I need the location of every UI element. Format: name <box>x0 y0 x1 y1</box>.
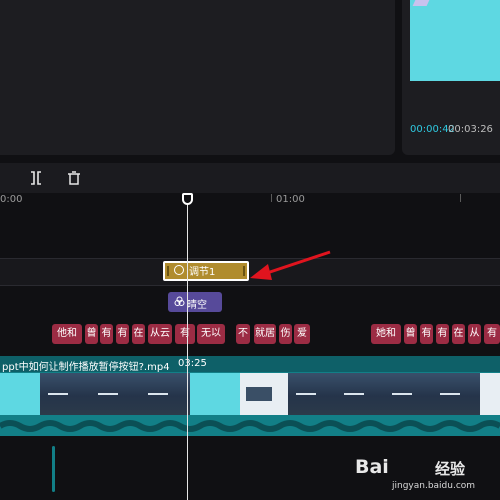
text-clip[interactable]: 有 <box>420 324 433 344</box>
clip-left-handle[interactable] <box>167 266 169 276</box>
ruler-label-1min: 01:00 <box>276 194 305 205</box>
text-clip[interactable]: 她和 <box>371 324 401 344</box>
ruler-label-start: 0:00 <box>0 194 23 205</box>
video-filename: ppt中如何让制作播放暂停按钮?.mp4 <box>2 362 170 373</box>
filter-clip-label: 晴空 <box>187 300 207 311</box>
playhead-handle[interactable] <box>182 193 193 205</box>
text-clip[interactable]: 他和 <box>52 324 82 344</box>
video-thumbnail <box>240 373 288 415</box>
preview-shape <box>412 0 430 6</box>
text-clip[interactable]: 无以 <box>197 324 225 344</box>
video-thumbnail <box>336 373 384 415</box>
video-thumbnail <box>480 373 500 415</box>
text-clip[interactable]: 不 <box>236 324 250 344</box>
text-clip[interactable]: 在 <box>132 324 145 344</box>
total-time: 00:03:26 <box>448 124 493 135</box>
video-thumbnail <box>384 373 432 415</box>
text-clip[interactable]: 曾 <box>404 324 417 344</box>
text-clip[interactable]: 有 <box>484 324 500 344</box>
video-thumbnail <box>432 373 480 415</box>
ruler-tick <box>460 194 461 202</box>
preview-canvas[interactable] <box>410 0 500 81</box>
video-thumbnail <box>90 373 140 415</box>
time-ruler[interactable] <box>0 193 500 213</box>
filter-icon <box>174 296 185 310</box>
player-left-panel <box>0 0 395 155</box>
video-thumbnail <box>40 373 90 415</box>
ruler-tick <box>271 194 272 202</box>
video-thumbnail <box>190 373 240 415</box>
watermark-logo: Bai <box>355 456 389 478</box>
palette-icon <box>174 265 184 275</box>
text-clip[interactable]: 有 <box>436 324 449 344</box>
text-clip[interactable]: 伤 <box>279 324 292 344</box>
watermark-logo-suffix: 经验 <box>435 460 466 478</box>
annotation-arrow <box>250 250 331 280</box>
text-clip[interactable]: 从 <box>468 324 481 344</box>
video-thumbnail <box>288 373 336 415</box>
text-clip[interactable]: 爱 <box>294 324 310 344</box>
text-clip[interactable]: 曾 <box>85 324 98 344</box>
clip-right-handle[interactable] <box>243 266 245 276</box>
video-thumbnail <box>140 373 190 415</box>
text-clip[interactable]: 有 <box>175 324 195 344</box>
track-scrollbar[interactable] <box>52 446 55 492</box>
text-clip[interactable]: 有 <box>100 324 113 344</box>
trash-icon[interactable] <box>66 170 82 186</box>
video-thumbnail <box>0 373 40 415</box>
text-clip[interactable]: 从云 <box>148 324 172 344</box>
text-clip[interactable]: 就居 <box>254 324 276 344</box>
playhead-line[interactable] <box>187 196 188 500</box>
split-icon[interactable] <box>28 170 44 186</box>
watermark-url: jingyan.baidu.com <box>392 481 476 491</box>
text-clip[interactable]: 在 <box>452 324 465 344</box>
adjust-clip-label: 调节1 <box>189 267 216 278</box>
audio-waveform <box>0 420 500 432</box>
text-clip[interactable]: 有 <box>116 324 129 344</box>
video-duration: 03:25 <box>178 358 207 369</box>
